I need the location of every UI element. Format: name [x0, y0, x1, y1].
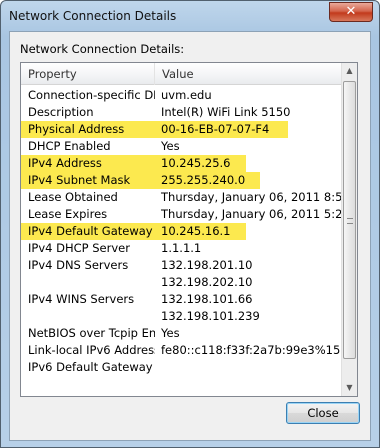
scrollbar-thumb[interactable] [343, 81, 356, 359]
property-cell: Link-local IPv6 Address [28, 343, 155, 357]
list-header: Property Value [21, 63, 343, 85]
table-row[interactable]: IPv4 Address 10.245.25.6 [21, 155, 343, 172]
value-cell: Intel(R) WiFi Link 5150 [161, 105, 291, 119]
value-cell: Yes [161, 326, 180, 340]
property-cell [21, 308, 155, 325]
value-cell: 132.198.201.10 [161, 258, 253, 272]
property-cell: Description [28, 105, 94, 119]
table-row[interactable]: Description Intel(R) WiFi Link 5150 [21, 104, 343, 121]
scroll-up-arrow-icon[interactable]: ▲ [342, 63, 357, 79]
column-header-property[interactable]: Property [21, 63, 155, 85]
table-row[interactable]: Lease Obtained Thursday, January 06, 2011… [21, 189, 343, 206]
scrollbar-grip-icon [347, 218, 353, 224]
property-cell: DHCP Enabled [28, 139, 111, 153]
property-cell: Connection-specific DN... [28, 88, 155, 102]
table-row[interactable]: IPv4 Default Gateway 10.245.16.1 [21, 223, 343, 240]
table-row[interactable]: IPv4 Subnet Mask 255.255.240.0 [21, 172, 343, 189]
details-list[interactable]: Property Value Connection-specific DN...… [20, 62, 358, 397]
title-bar[interactable]: Network Connection Details ✕ [1, 1, 379, 31]
property-cell [21, 274, 155, 291]
table-row[interactable]: IPv4 DNS Servers 132.198.201.10 [21, 257, 343, 274]
property-cell: IPv4 Subnet Mask [28, 173, 131, 187]
dialog-content: Network Connection Details: Property Val… [9, 31, 371, 441]
window-title: Network Connection Details [9, 9, 177, 23]
value-cell: 132.198.101.66 [161, 292, 253, 306]
table-row[interactable]: 132.198.202.10 [21, 274, 343, 291]
value-cell: 00-16-EB-07-07-F4 [161, 122, 270, 136]
value-cell: Thursday, January 06, 2011 8:52:58 A [161, 190, 343, 204]
vertical-scrollbar[interactable]: ▲ ▼ [341, 63, 357, 396]
table-row[interactable]: 132.198.101.239 [21, 308, 343, 325]
property-cell: IPv4 Address [28, 156, 102, 170]
value-cell: Thursday, January 06, 2011 5:22:36 P [161, 207, 343, 221]
property-cell: IPv4 WINS Servers [28, 292, 135, 306]
property-cell: NetBIOS over Tcpip En... [28, 326, 155, 340]
property-cell: Physical Address [28, 122, 125, 136]
property-cell: IPv4 DHCP Server [28, 241, 130, 255]
value-cell: 255.255.240.0 [161, 173, 246, 187]
dialog-window: Network Connection Details ✕ Network Con… [0, 0, 380, 448]
property-cell: IPv4 Default Gateway [28, 224, 153, 238]
table-row[interactable]: DHCP Enabled Yes [21, 138, 343, 155]
value-cell: uvm.edu [161, 88, 212, 102]
table-row[interactable]: IPv4 WINS Servers 132.198.101.66 [21, 291, 343, 308]
table-row[interactable]: Connection-specific DN... uvm.edu [21, 87, 343, 104]
value-cell [155, 359, 343, 376]
table-row[interactable]: IPv4 DHCP Server 1.1.1.1 [21, 240, 343, 257]
scroll-down-arrow-icon[interactable]: ▼ [342, 380, 357, 396]
table-row[interactable]: Link-local IPv6 Address fe80::c118:f33f:2… [21, 342, 343, 359]
close-icon: ✕ [345, 4, 357, 19]
list-rows: Connection-specific DN... uvm.edu Descript… [21, 87, 343, 376]
column-header-value[interactable]: Value [155, 63, 343, 85]
value-cell: 10.245.16.1 [161, 224, 231, 238]
window-close-button[interactable]: ✕ [329, 2, 373, 22]
value-cell: Yes [161, 139, 180, 153]
table-row[interactable]: Physical Address 00-16-EB-07-07-F4 [21, 121, 343, 138]
table-row[interactable]: NetBIOS over Tcpip En... Yes [21, 325, 343, 342]
property-cell: IPv4 DNS Servers [28, 258, 129, 272]
dialog-subtitle: Network Connection Details: [20, 42, 185, 56]
value-cell: fe80::c118:f33f:2a7b:99e3%15 [161, 343, 341, 357]
property-cell: Lease Obtained [28, 190, 118, 204]
property-cell: Lease Expires [28, 207, 108, 221]
value-cell: 132.198.101.239 [161, 309, 260, 323]
property-cell: IPv6 Default Gateway [28, 360, 153, 374]
close-button[interactable]: Close [286, 402, 360, 424]
table-row[interactable]: IPv6 Default Gateway [21, 359, 343, 376]
value-cell: 1.1.1.1 [161, 241, 202, 255]
value-cell: 10.245.25.6 [161, 156, 231, 170]
table-row[interactable]: Lease Expires Thursday, January 06, 2011 … [21, 206, 343, 223]
value-cell: 132.198.202.10 [161, 275, 253, 289]
